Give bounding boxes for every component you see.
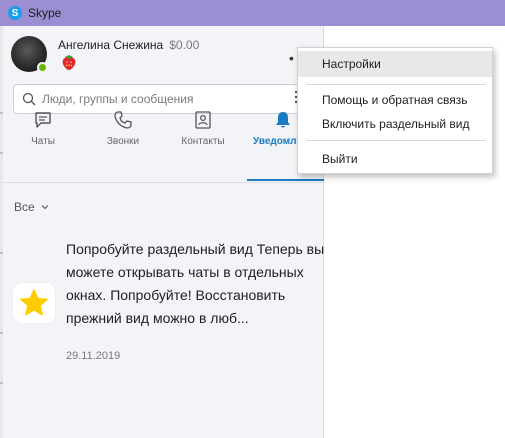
notification-icon-tile xyxy=(12,282,56,324)
online-status-icon xyxy=(37,62,48,73)
star-icon xyxy=(20,289,48,316)
menu-separator xyxy=(306,84,486,85)
tab-chats[interactable]: Чаты xyxy=(3,106,83,182)
menu-item-help-feedback[interactable]: Помощь и обратная связь xyxy=(298,87,492,113)
tab-calls[interactable]: Звонки xyxy=(83,106,163,182)
skype-credit-balance[interactable]: $0.00 xyxy=(169,38,199,52)
profile-name-line: Ангелина Снежина $0.00 xyxy=(58,38,199,52)
options-menu: Настройки Помощь и обратная связь Включи… xyxy=(297,47,493,174)
title-bar: S Skype xyxy=(0,0,505,26)
search-icon xyxy=(22,92,36,106)
profile-header[interactable]: Ангелина Снежина $0.00 • xyxy=(9,36,319,74)
tab-contacts[interactable]: Контакты xyxy=(163,106,243,182)
menu-item-enable-split-view[interactable]: Включить раздельный вид xyxy=(298,111,492,137)
sidebar: Ангелина Снежина $0.00 • xyxy=(3,26,324,438)
navigation-tabs: Чаты Звонки Контакты Уведомле xyxy=(3,106,324,182)
divider xyxy=(3,182,324,183)
notification-filter-dropdown[interactable]: Все xyxy=(14,200,49,214)
notification-text: Попробуйте раздельный вид Теперь вы може… xyxy=(66,241,325,326)
menu-item-settings[interactable]: Настройки xyxy=(298,51,492,77)
menu-separator xyxy=(306,140,486,141)
tab-label: Чаты xyxy=(31,136,55,147)
tab-label: Контакты xyxy=(181,136,225,147)
phone-icon xyxy=(114,111,132,129)
window-title: Skype xyxy=(28,6,62,20)
filter-label: Все xyxy=(14,200,35,214)
notification-date: 29.11.2019 xyxy=(66,350,121,362)
avatar[interactable] xyxy=(11,36,48,73)
strawberry-icon[interactable] xyxy=(59,52,79,72)
more-options-icon[interactable]: • xyxy=(289,50,295,66)
chat-icon xyxy=(35,112,51,128)
profile-name: Ангелина Снежина xyxy=(58,38,164,52)
chevron-down-icon xyxy=(41,205,49,210)
menu-item-sign-out[interactable]: Выйти xyxy=(298,146,492,172)
contacts-icon xyxy=(195,111,211,129)
notification-item[interactable]: Попробуйте раздельный вид Теперь вы може… xyxy=(12,236,324,366)
active-tab-indicator xyxy=(247,179,324,181)
tab-label: Звонки xyxy=(106,136,140,147)
bell-icon xyxy=(276,112,290,128)
skype-logo-icon: S xyxy=(8,6,22,20)
